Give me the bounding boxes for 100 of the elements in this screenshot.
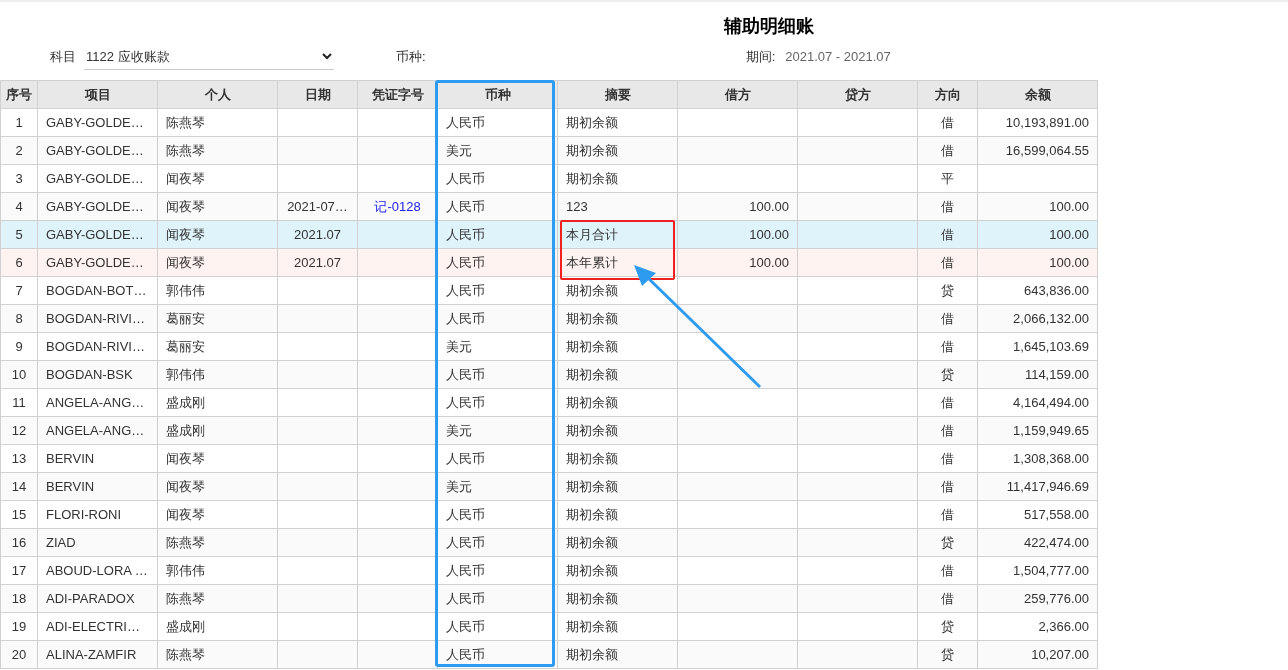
- table-row[interactable]: 13 BERVIN 闻夜琴 人民币 期初余额 借 1,308,368.00: [0, 444, 1098, 473]
- table-cell: 借: [941, 450, 954, 466]
- table-cell: 美元: [446, 142, 472, 158]
- table-row[interactable]: 9 BOGDAN-RIVI… 葛丽安 美元 期初余额 借 1,645,103.69: [0, 332, 1098, 361]
- period-label: 期间:: [745, 48, 776, 67]
- column-header: 凭证字号: [357, 80, 438, 109]
- column-header: 币种: [437, 80, 558, 109]
- table-cell: 6: [15, 254, 23, 270]
- table-row[interactable]: 2 GABY-GOLDE… 陈燕琴 美元 期初余额 借 16,599,064.55: [0, 136, 1098, 165]
- table-row[interactable]: 7 BOGDAN-BOT… 郭伟伟 人民币 期初余额 贷 643,836.00: [0, 276, 1098, 305]
- column-header: 序号: [0, 80, 38, 109]
- table-cell: 1,504,777.00: [1013, 562, 1089, 578]
- table-cell: 盛成刚: [166, 422, 205, 438]
- table-cell: 13: [11, 450, 27, 466]
- table-cell: 郭伟伟: [166, 366, 205, 382]
- table-row[interactable]: 15 FLORI-RONI 闻夜琴 人民币 期初余额 借 517,558.00: [0, 500, 1098, 529]
- table-cell: 15: [11, 506, 27, 522]
- table-cell: 人民币: [446, 534, 485, 550]
- table-cell: 期初余额: [566, 114, 618, 130]
- table-cell: 期初余额: [566, 506, 618, 522]
- column-header: 贷方: [797, 80, 918, 109]
- table-cell: 5: [15, 226, 23, 242]
- table-cell: 10,193,891.00: [1005, 114, 1089, 130]
- subject-select[interactable]: 1122 应收账款: [84, 44, 334, 70]
- table-row[interactable]: 1 GABY-GOLDE… 陈燕琴 人民币 期初余额 借 10,193,891.00: [0, 108, 1098, 137]
- column-header: 余额: [977, 80, 1098, 109]
- table-cell: 100.00: [1049, 198, 1089, 214]
- table-cell: ALINA-ZAMFIR: [46, 646, 137, 662]
- table-row[interactable]: 19 ADI-ELECTRI… 盛成刚 人民币 期初余额 贷 2,366.00: [0, 612, 1098, 641]
- table-cell: 期初余额: [566, 646, 618, 662]
- table-cell: 闻夜琴: [166, 170, 205, 186]
- table-cell: 100.00: [749, 198, 789, 214]
- table-row[interactable]: 12 ANGELA-ANG… 盛成刚 美元 期初余额 借 1,159,949.65: [0, 416, 1098, 445]
- table-cell: 11: [12, 394, 26, 410]
- table-cell: 19: [11, 618, 27, 634]
- table-cell: 借: [941, 254, 954, 270]
- table-cell: 郭伟伟: [166, 562, 205, 578]
- table-cell: BOGDAN-BOT…: [46, 282, 147, 298]
- table-row[interactable]: 6 GABY-GOLDE… 闻夜琴 2021.07 人民币 本年累计 100.00 借 100.00: [0, 248, 1098, 277]
- table-cell: 259,776.00: [1023, 590, 1089, 606]
- table-cell: 贷: [941, 618, 954, 634]
- table-cell: 借: [941, 394, 954, 410]
- table-cell: 人民币: [446, 310, 485, 326]
- table-cell: BERVIN: [46, 478, 95, 494]
- table-row[interactable]: 17 ABOUD-LORA … 郭伟伟 人民币 期初余额 借 1,504,777.00: [0, 556, 1098, 585]
- table-cell: 114,159.00: [1024, 366, 1089, 382]
- table-cell: GABY-GOLDE…: [46, 114, 144, 130]
- table-cell: 陈燕琴: [166, 646, 205, 662]
- table-row[interactable]: 14 BERVIN 闻夜琴 美元 期初余额 借 11,417,946.69: [0, 472, 1098, 501]
- table-cell: 人民币: [446, 646, 485, 662]
- table-row[interactable]: 16 ZIAD 陈燕琴 人民币 期初余额 贷 422,474.00: [0, 528, 1098, 557]
- table-cell: BOGDAN-RIVI…: [46, 310, 145, 326]
- table-cell: GABY-GOLDE…: [46, 198, 144, 214]
- chevron-down-icon: [322, 53, 332, 60]
- table-cell: 闻夜琴: [166, 478, 205, 494]
- table-cell: ANGELA-ANG…: [46, 394, 145, 410]
- table-cell: GABY-GOLDE…: [46, 142, 144, 158]
- table-cell: GABY-GOLDE…: [46, 226, 144, 242]
- table-cell: 期初余额: [566, 282, 618, 298]
- table-cell: 闻夜琴: [166, 506, 205, 522]
- table-row[interactable]: 5 GABY-GOLDE… 闻夜琴 2021.07 人民币 本月合计 100.00 借 100.00: [0, 220, 1098, 249]
- table-cell: 闻夜琴: [166, 226, 205, 242]
- table-cell: 422,474.00: [1023, 534, 1089, 550]
- table-row[interactable]: 3 GABY-GOLDE… 闻夜琴 人民币 期初余额 平: [0, 164, 1098, 193]
- table-cell: 借: [941, 142, 954, 158]
- table-row[interactable]: 18 ADI-PARADOX 陈燕琴 人民币 期初余额 借 259,776.00: [0, 584, 1098, 613]
- table-cell: 18: [11, 590, 27, 606]
- table-cell: 借: [941, 590, 954, 606]
- table-cell: 借: [941, 310, 954, 326]
- table-cell: ADI-ELECTRI…: [46, 618, 140, 634]
- table-cell: 期初余额: [566, 422, 618, 438]
- table-cell: ADI-PARADOX: [46, 590, 135, 606]
- table-cell: 盛成刚: [166, 618, 205, 634]
- table-cell: 100.00: [1049, 254, 1089, 270]
- table-row[interactable]: 4 GABY-GOLDE… 闻夜琴 2021-07… 记-0128 人民币 123 100.00 借 100.00: [0, 192, 1098, 221]
- table-cell: 本月合计: [566, 226, 618, 242]
- table-row[interactable]: 10 BOGDAN-BSK 郭伟伟 人民币 期初余额 贷 114,159.00: [0, 360, 1098, 389]
- table-cell: ANGELA-ANG…: [46, 422, 145, 438]
- table-cell: 517,558.00: [1023, 506, 1089, 522]
- table-cell: 2: [15, 142, 23, 158]
- table-row[interactable]: 20 ALINA-ZAMFIR 陈燕琴 人民币 期初余额 贷 10,207.00: [0, 640, 1098, 669]
- table-cell: 2021.07: [294, 254, 341, 270]
- table-cell: 2021.07: [294, 226, 341, 242]
- table-cell: BOGDAN-RIVI…: [46, 338, 145, 354]
- column-header: 项目: [37, 80, 158, 109]
- table-cell: 8: [15, 310, 23, 326]
- table-cell: 人民币: [446, 590, 485, 606]
- table-cell: 2,366.00: [1038, 618, 1089, 634]
- table-cell: 人民币: [446, 282, 485, 298]
- table-row[interactable]: 8 BOGDAN-RIVI… 葛丽安 人民币 期初余额 借 2,066,132.00: [0, 304, 1098, 333]
- table-cell: 16: [11, 534, 27, 550]
- table-cell: 人民币: [446, 226, 485, 242]
- table-cell: 3: [15, 170, 23, 186]
- table-row[interactable]: 11 ANGELA-ANG… 盛成刚 人民币 期初余额 借 4,164,494.00: [0, 388, 1098, 417]
- table-cell: 盛成刚: [166, 394, 205, 410]
- table-cell: 贷: [941, 646, 954, 662]
- table-cell: 期初余额: [566, 338, 618, 354]
- table-cell: 借: [941, 114, 954, 130]
- table-cell: 16,599,064.55: [1005, 142, 1089, 158]
- table-cell: 17: [11, 562, 27, 578]
